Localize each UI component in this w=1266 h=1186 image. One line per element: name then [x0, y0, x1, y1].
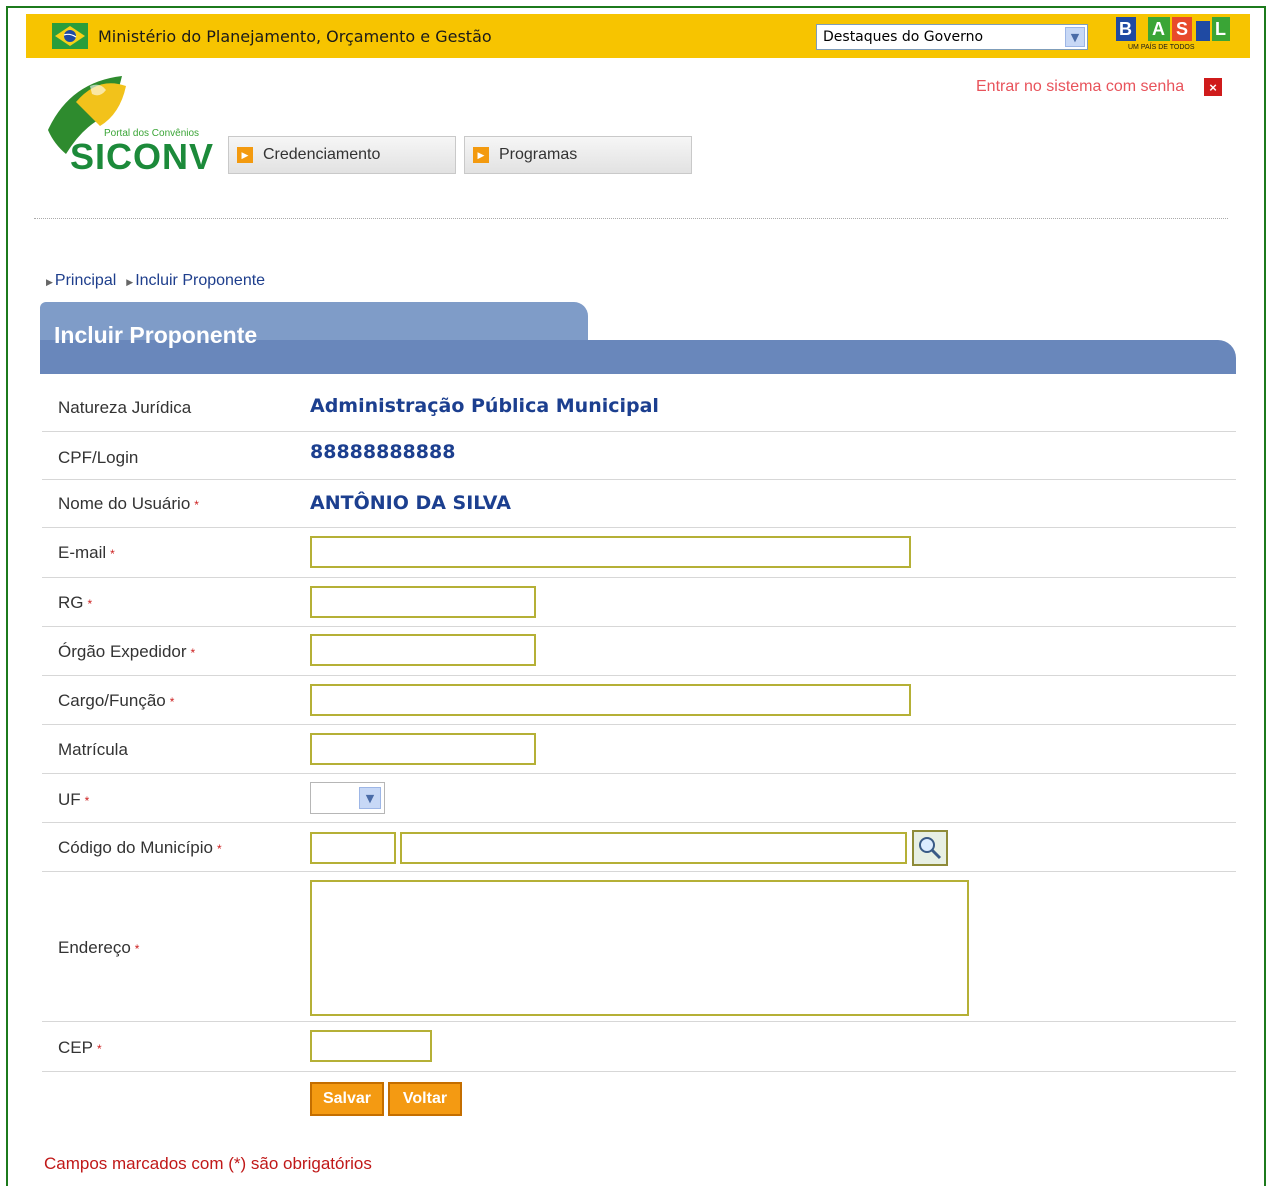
row-endereco: Endereço * [42, 872, 1236, 1022]
email-field[interactable] [310, 536, 911, 568]
matricula-label: Matrícula [58, 740, 128, 759]
row-nome: Nome do Usuário * ANTÔNIO DA SILVA [42, 480, 1236, 528]
cargo-label: Cargo/Função * [58, 691, 175, 710]
svg-text:L: L [1215, 19, 1226, 39]
required-fields-note: Campos marcados com (*) são obrigatórios [44, 1154, 372, 1173]
orgao-label: Órgão Expedidor * [58, 642, 196, 661]
government-bar: Ministério do Planejamento, Orçamento e … [26, 14, 1250, 58]
nav-programas-label: Programas [499, 146, 578, 163]
siconv-wordmark: SICONV [70, 136, 215, 177]
row-cep: CEP * [42, 1022, 1236, 1072]
breadcrumb-incluir-proponente[interactable]: ▶ Incluir Proponente [126, 272, 265, 290]
breadcrumb-principal[interactable]: ▶ Principal [46, 272, 116, 290]
cpf-label: CPF/Login [58, 448, 139, 467]
government-highlights-select[interactable]: Destaques do Governo ▼ [816, 24, 1088, 50]
endereco-textarea[interactable] [310, 880, 969, 1016]
row-matricula: Matrícula [42, 725, 1236, 774]
cpf-value: 88888888888 [310, 441, 456, 463]
nome-label: Nome do Usuário * [58, 494, 199, 513]
close-icon[interactable]: × [1204, 78, 1222, 96]
endereco-label: Endereço * [58, 938, 140, 957]
row-natureza: Natureza Jurídica Administração Pública … [42, 384, 1236, 432]
row-rg: RG * [42, 578, 1236, 627]
municipio-code-field[interactable] [310, 832, 396, 864]
row-cargo: Cargo/Função * [42, 676, 1236, 725]
nav-credenciamento[interactable]: ▶ Credenciamento [228, 136, 456, 174]
uf-select[interactable]: ▼ [310, 782, 385, 814]
svg-text:A: A [1152, 19, 1165, 39]
orgao-expedidor-field[interactable] [310, 634, 536, 666]
municipio-name-field[interactable] [400, 832, 907, 864]
cep-label: CEP * [58, 1038, 102, 1057]
email-label: E-mail * [58, 543, 115, 562]
chevron-down-icon[interactable]: ▼ [359, 787, 381, 809]
natureza-value: Administração Pública Municipal [310, 395, 659, 417]
search-icon[interactable] [912, 830, 948, 866]
nav-credenciamento-label: Credenciamento [263, 146, 381, 163]
row-cpf: CPF/Login 88888888888 [42, 432, 1236, 480]
row-municipio: Código do Município * [42, 823, 1236, 872]
matricula-field[interactable] [310, 733, 536, 765]
header-divider [34, 218, 1228, 219]
rg-field[interactable] [310, 586, 536, 618]
arrow-right-icon: ▶ [473, 147, 489, 163]
nav-programas[interactable]: ▶ Programas [464, 136, 692, 174]
row-uf: UF * ▼ [42, 774, 1236, 823]
natureza-label: Natureza Jurídica [58, 398, 192, 417]
cep-field[interactable] [310, 1030, 432, 1062]
back-button[interactable]: Voltar [388, 1082, 462, 1116]
chevron-down-icon[interactable]: ▼ [1065, 27, 1085, 47]
ministry-name[interactable]: Ministério do Planejamento, Orçamento e … [98, 27, 492, 46]
government-highlights-value: Destaques do Governo [823, 29, 984, 45]
rg-label: RG * [58, 593, 93, 612]
row-orgao: Órgão Expedidor * [42, 627, 1236, 676]
svg-text:S: S [1176, 19, 1188, 39]
svg-text:B: B [1119, 19, 1132, 39]
cargo-field[interactable] [310, 684, 911, 716]
arrow-right-icon: ▶ [237, 147, 253, 163]
page-title: Incluir Proponente [54, 322, 258, 348]
brasil-logo[interactable]: B A S L UM PAÍS DE TODOS [1114, 17, 1232, 51]
nome-value: ANTÔNIO DA SILVA [310, 492, 511, 514]
municipio-label: Código do Município * [58, 838, 222, 857]
uf-label: UF * [58, 790, 90, 809]
breadcrumb: ▶ Principal ▶ Incluir Proponente [46, 272, 265, 290]
brazil-flag-icon [52, 23, 88, 49]
svg-text:UM PAÍS DE TODOS: UM PAÍS DE TODOS [1128, 42, 1195, 51]
save-button[interactable]: Salvar [310, 1082, 384, 1116]
login-link[interactable]: Entrar no sistema com senha [976, 78, 1184, 96]
row-email: E-mail * [42, 528, 1236, 578]
